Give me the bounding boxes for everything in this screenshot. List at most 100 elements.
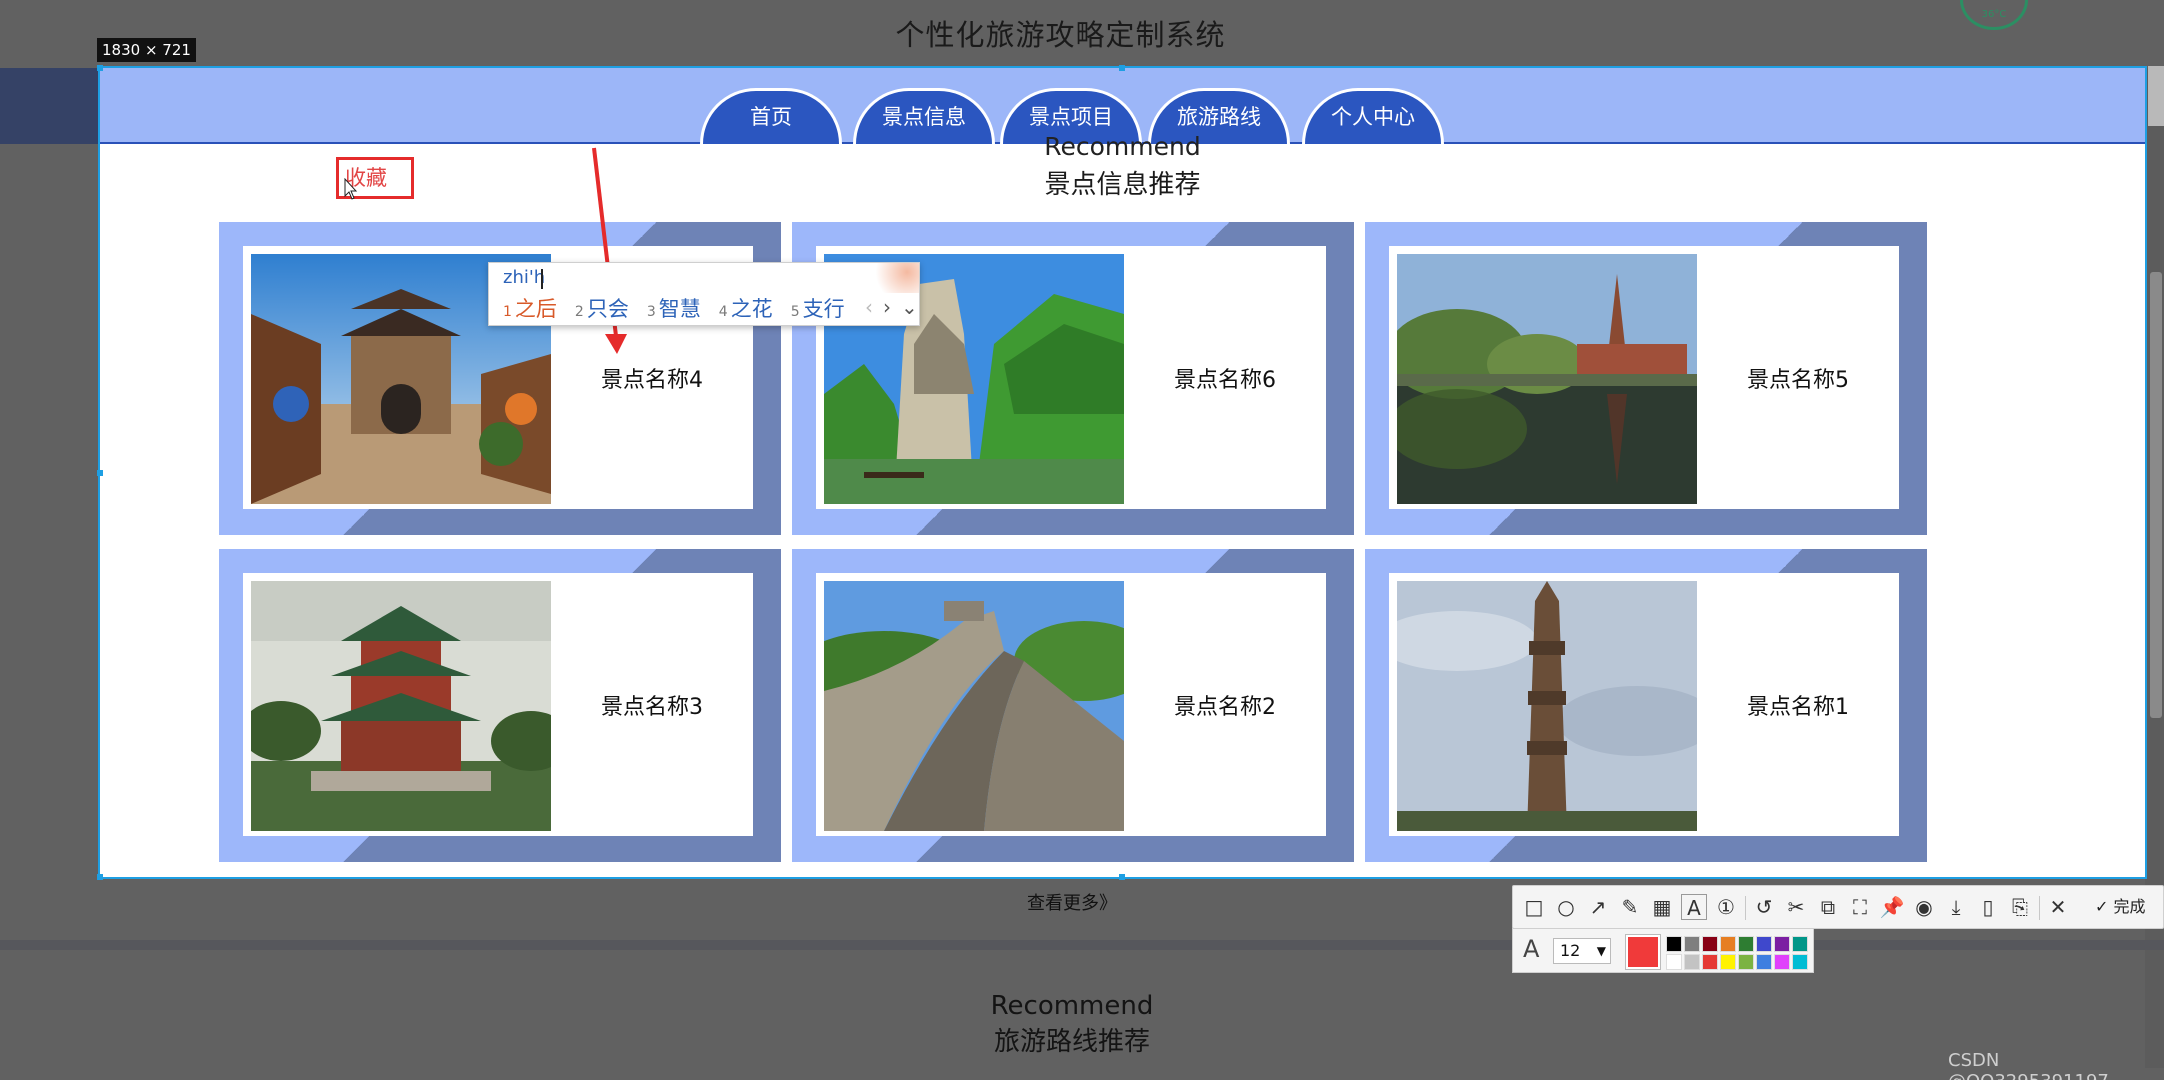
color-swatch[interactable]: [1756, 954, 1772, 970]
toolbar-separator: [1745, 896, 1746, 920]
spot-card[interactable]: 景点名称1: [1365, 549, 1927, 862]
screenshot-toolbar: □ ○ ↗ ✎ ▦ A ① ↺ ✂ ⧉ ⛶ 📌 ◉ ⤓ ▯ ⎘ ✕ ✓ 完成: [1512, 885, 2164, 929]
color-swatch[interactable]: [1774, 954, 1790, 970]
spot-card-inner: 景点名称3: [243, 573, 753, 836]
color-swatch[interactable]: [1702, 936, 1718, 952]
pin-icon[interactable]: 📌: [1879, 894, 1905, 920]
spot-card-inner: 景点名称2: [816, 573, 1326, 836]
ime-candidate[interactable]: 5 支行: [791, 293, 845, 323]
text-icon[interactable]: A: [1681, 894, 1707, 920]
spot-name[interactable]: 景点名称6: [1124, 246, 1326, 509]
spot-card[interactable]: 景点名称2: [792, 549, 1354, 862]
color-swatch[interactable]: [1738, 954, 1754, 970]
color-swatch[interactable]: [1792, 954, 1808, 970]
spot-card[interactable]: 景点名称5: [1365, 222, 1927, 535]
spot-card-inner: 景点名称5: [1389, 246, 1899, 509]
ime-candidate-list: 1 之后 2 只会 3 智慧 4 之花 5 支行: [503, 293, 845, 323]
spot-name[interactable]: 景点名称1: [1697, 573, 1899, 836]
rectangle-icon[interactable]: □: [1521, 894, 1547, 920]
ime-candidate[interactable]: 4 之花: [719, 293, 773, 323]
pagoda-lake-image: [1397, 254, 1697, 504]
color-swatch[interactable]: [1738, 936, 1754, 952]
resize-handle[interactable]: [97, 65, 103, 71]
scissors-icon[interactable]: ✂: [1783, 894, 1809, 920]
record-icon[interactable]: ◉: [1911, 894, 1937, 920]
great-wall-image: [824, 581, 1124, 831]
ime-prev-icon[interactable]: ‹: [865, 295, 873, 319]
number-icon[interactable]: ①: [1713, 894, 1739, 920]
spot-image[interactable]: [251, 581, 551, 831]
totem-pillar-image: [1397, 581, 1697, 831]
scrollbar-thumb[interactable]: [2150, 272, 2162, 718]
ime-candidate-text: 智慧: [658, 297, 701, 321]
spot-card[interactable]: 景点名称3: [219, 549, 781, 862]
resize-handle[interactable]: [97, 874, 103, 880]
color-swatch[interactable]: [1720, 936, 1736, 952]
color-swatch[interactable]: [1666, 954, 1682, 970]
resize-handle[interactable]: [1119, 65, 1125, 71]
mosaic-icon[interactable]: ▦: [1649, 894, 1675, 920]
ime-next-icon[interactable]: ›: [883, 295, 891, 319]
color-swatch[interactable]: [1720, 954, 1736, 970]
chevron-down-icon: ▼: [1596, 944, 1606, 958]
ime-candidate-text: 之后: [514, 297, 557, 321]
spot-name[interactable]: 景点名称5: [1697, 246, 1899, 509]
resize-handle[interactable]: [1119, 874, 1125, 880]
color-swatch[interactable]: [1666, 936, 1682, 952]
font-size-value: 12: [1560, 941, 1581, 960]
current-color-swatch[interactable]: [1626, 935, 1660, 969]
section-divider: [0, 940, 2164, 950]
capture-region[interactable]: 首页 景点信息 景点项目 旅游路线 个人中心 Recommend 景点信息推荐 …: [98, 66, 2147, 879]
done-button[interactable]: ✓ 完成: [2095, 894, 2146, 920]
font-size-select[interactable]: 12 ▼: [1553, 938, 1611, 964]
background-nav-edge: [0, 68, 100, 144]
color-swatch[interactable]: [1684, 936, 1700, 952]
ime-candidate[interactable]: 2 只会: [575, 293, 629, 323]
ocr-icon[interactable]: ⧉: [1815, 894, 1841, 920]
ime-candidate[interactable]: 3 智慧: [647, 293, 701, 323]
crop-icon[interactable]: ⛶: [1847, 894, 1873, 920]
system-title: 个性化旅游攻略定制系统: [895, 18, 1226, 52]
ime-candidate-number: 1: [503, 304, 512, 320]
arrow-icon[interactable]: ↗: [1585, 894, 1611, 920]
download-icon[interactable]: ⤓: [1943, 894, 1969, 920]
color-swatch[interactable]: [1756, 936, 1772, 952]
ime-candidate-number: 3: [646, 304, 656, 320]
weather-temp: 36°C: [1981, 9, 2007, 20]
ime-expand-icon[interactable]: ⌄: [901, 295, 918, 319]
ime-candidate[interactable]: 1 之后: [503, 293, 557, 323]
color-swatch[interactable]: [1774, 936, 1790, 952]
resize-handle[interactable]: [97, 470, 103, 476]
ime-candidate-popup[interactable]: zhi'h 1 之后 2 只会 3 智慧 4 之花 5 支行 ‹ › ⌄: [488, 262, 920, 326]
pen-icon[interactable]: ✎: [1617, 894, 1643, 920]
ellipse-icon[interactable]: ○: [1553, 894, 1579, 920]
color-swatch[interactable]: [1792, 936, 1808, 952]
text-style-bar: A 12 ▼: [1512, 928, 1814, 973]
capture-size-label: 1830 × 721: [97, 38, 196, 62]
scrollbar-top-arrow[interactable]: [2148, 66, 2164, 126]
spot-image[interactable]: [1397, 581, 1697, 831]
spot-name[interactable]: 景点名称3: [551, 573, 753, 836]
route-recommend-cn: 旅游路线推荐: [993, 1027, 1150, 1057]
spot-name[interactable]: 景点名称2: [1124, 573, 1326, 836]
ime-candidate-number: 2: [574, 304, 584, 320]
ime-caret: [541, 269, 543, 289]
undo-icon[interactable]: ↺: [1751, 894, 1777, 920]
ime-candidate-number: 4: [718, 304, 728, 320]
font-icon: A: [1523, 935, 1540, 963]
ime-decoration: [859, 263, 919, 293]
spot-image[interactable]: [1397, 254, 1697, 504]
close-icon[interactable]: ✕: [2045, 894, 2071, 920]
phone-icon[interactable]: ▯: [1975, 894, 2001, 920]
color-palette: [1666, 936, 1808, 970]
route-recommend-en: Recommend: [990, 991, 1154, 1021]
spot-image[interactable]: [824, 581, 1124, 831]
done-label: 完成: [2113, 897, 2146, 916]
ime-pinyin-input: zhi'h: [503, 267, 546, 288]
color-swatch[interactable]: [1702, 954, 1718, 970]
toolbar-separator: [2039, 896, 2040, 920]
bookmark-icon[interactable]: ⎘: [2007, 894, 2033, 920]
ime-candidate-number: 5: [790, 304, 800, 320]
pavilion-tower-image: [251, 581, 551, 831]
color-swatch[interactable]: [1684, 954, 1700, 970]
